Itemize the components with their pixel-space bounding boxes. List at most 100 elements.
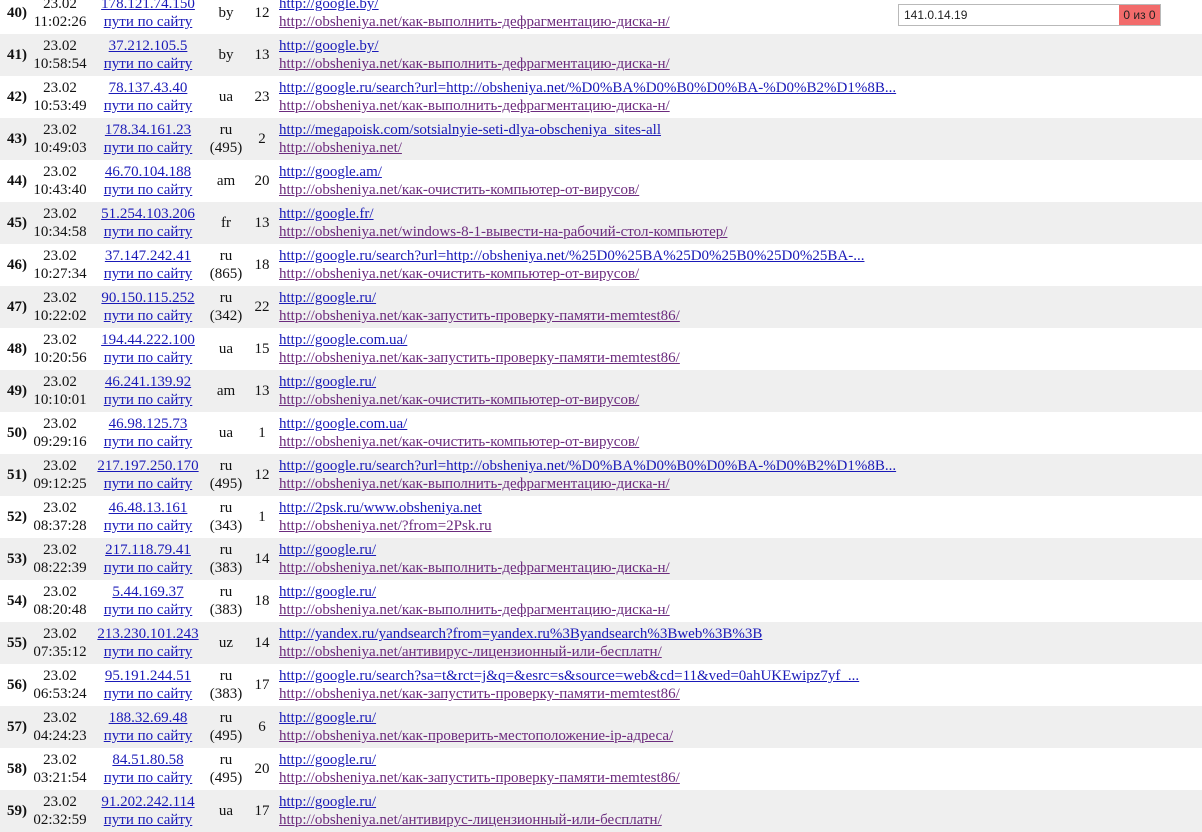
landing-page-link[interactable]: http://obsheniya.net/как-выполнить-дефра… bbox=[279, 55, 670, 73]
referrer-link[interactable]: http://google.ru/ bbox=[279, 793, 662, 811]
find-input[interactable] bbox=[899, 5, 1117, 25]
ip-link[interactable]: 5.44.169.37 bbox=[94, 583, 202, 601]
site-paths-link[interactable]: пути по сайту bbox=[94, 601, 202, 619]
referrer-link[interactable]: http://google.ru/ bbox=[279, 289, 680, 307]
referrer-link[interactable]: http://google.ru/search?sa=t&rct=j&q=&es… bbox=[279, 667, 859, 685]
site-paths-link[interactable]: пути по сайту bbox=[94, 559, 202, 577]
table-row: 56) 23.02 06:53:24 95.191.244.51 пути по сай… bbox=[0, 664, 1202, 706]
referrer-link[interactable]: http://google.by/ bbox=[279, 0, 670, 13]
ip-link[interactable]: 46.70.104.188 bbox=[94, 163, 202, 181]
ip-link[interactable]: 78.137.43.40 bbox=[94, 79, 202, 97]
landing-page-link[interactable]: http://obsheniya.net/как-выполнить-дефра… bbox=[279, 13, 670, 31]
table-row: 59) 23.02 02:32:59 91.202.242.114 пути по са… bbox=[0, 790, 1202, 832]
referrer-link[interactable]: http://google.com.ua/ bbox=[279, 331, 680, 349]
row-number: 54) bbox=[7, 593, 27, 609]
ip-link[interactable]: 84.51.80.58 bbox=[94, 751, 202, 769]
country-cell: ru (343) bbox=[204, 499, 248, 535]
visitor-ip-cell: 188.32.69.48 пути по сайту bbox=[94, 709, 202, 745]
referrer-link[interactable]: http://google.am/ bbox=[279, 163, 639, 181]
country-code: by bbox=[218, 5, 234, 21]
site-paths-link[interactable]: пути по сайту bbox=[94, 265, 202, 283]
ip-link[interactable]: 46.98.125.73 bbox=[94, 415, 202, 433]
referrer-link[interactable]: http://google.ru/ bbox=[279, 751, 680, 769]
landing-page-link[interactable]: http://obsheniya.net/как-очистить-компью… bbox=[279, 433, 639, 451]
visit-time: 10:49:03 bbox=[33, 140, 87, 156]
landing-page-link[interactable]: http://obsheniya.net/как-запустить-прове… bbox=[279, 349, 680, 367]
site-paths-link[interactable]: пути по сайту bbox=[94, 223, 202, 241]
ip-link[interactable]: 213.230.101.243 bbox=[94, 625, 202, 643]
landing-page-link[interactable]: http://obsheniya.net/антивирус-лицензион… bbox=[279, 811, 662, 829]
country-code: ru bbox=[219, 248, 233, 264]
site-paths-link[interactable]: пути по сайту bbox=[94, 139, 202, 157]
ip-link[interactable]: 217.197.250.170 bbox=[94, 457, 202, 475]
site-paths-link[interactable]: пути по сайту bbox=[94, 307, 202, 325]
referrer-link[interactable]: http://google.ru/ bbox=[279, 583, 670, 601]
ip-link[interactable]: 51.254.103.206 bbox=[94, 205, 202, 223]
visit-datetime: 23.02 10:58:54 bbox=[30, 37, 90, 73]
landing-page-link[interactable]: http://obsheniya.net/как-очистить-компью… bbox=[279, 181, 639, 199]
row-number: 48) bbox=[7, 341, 27, 357]
site-paths-link[interactable]: пути по сайту bbox=[94, 97, 202, 115]
landing-page-link[interactable]: http://obsheniya.net/как-проверить-место… bbox=[279, 727, 673, 745]
ip-link[interactable]: 178.121.74.150 bbox=[94, 0, 202, 13]
url-cell: http://google.ru/search?url=http://obshe… bbox=[279, 247, 864, 283]
referrer-link[interactable]: http://google.fr/ bbox=[279, 205, 727, 223]
site-paths-link[interactable]: пути по сайту bbox=[94, 349, 202, 367]
country-cell: ru (383) bbox=[204, 541, 248, 577]
site-paths-link[interactable]: пути по сайту bbox=[94, 811, 202, 829]
landing-page-link[interactable]: http://obsheniya.net/как-очистить-компью… bbox=[279, 265, 864, 283]
ip-link[interactable]: 194.44.222.100 bbox=[94, 331, 202, 349]
ip-link[interactable]: 217.118.79.41 bbox=[94, 541, 202, 559]
referrer-link[interactable]: http://megapoisk.com/sotsialnyie-seti-dl… bbox=[279, 121, 661, 139]
ip-link[interactable]: 95.191.244.51 bbox=[94, 667, 202, 685]
ip-link[interactable]: 188.32.69.48 bbox=[94, 709, 202, 727]
landing-page-link[interactable]: http://obsheniya.net/как-очистить-компью… bbox=[279, 391, 639, 409]
landing-page-link[interactable]: http://obsheniya.net/ bbox=[279, 139, 661, 157]
landing-page-link[interactable]: http://obsheniya.net/как-выполнить-дефра… bbox=[279, 559, 670, 577]
ip-link[interactable]: 46.48.13.161 bbox=[94, 499, 202, 517]
row-number: 47) bbox=[7, 299, 27, 315]
site-paths-link[interactable]: пути по сайту bbox=[94, 517, 202, 535]
referrer-link[interactable]: http://yandex.ru/yandsearch?from=yandex.… bbox=[279, 625, 762, 643]
site-paths-link[interactable]: пути по сайту bbox=[94, 391, 202, 409]
ip-link[interactable]: 90.150.115.252 bbox=[94, 289, 202, 307]
site-paths-link[interactable]: пути по сайту bbox=[94, 643, 202, 661]
visitor-ip-cell: 178.121.74.150 пути по сайту bbox=[94, 0, 202, 31]
site-paths-link[interactable]: пути по сайту bbox=[94, 769, 202, 787]
ip-link[interactable]: 91.202.242.114 bbox=[94, 793, 202, 811]
landing-page-link[interactable]: http://obsheniya.net/как-выполнить-дефра… bbox=[279, 97, 896, 115]
referrer-link[interactable]: http://google.ru/search?url=http://obshe… bbox=[279, 247, 864, 265]
ip-link[interactable]: 37.212.105.5 bbox=[94, 37, 202, 55]
site-paths-link[interactable]: пути по сайту bbox=[94, 727, 202, 745]
site-paths-link[interactable]: пути по сайту bbox=[94, 55, 202, 73]
referrer-link[interactable]: http://google.com.ua/ bbox=[279, 415, 639, 433]
landing-page-link[interactable]: http://obsheniya.net/как-запустить-прове… bbox=[279, 685, 859, 703]
country-cell: ua bbox=[204, 88, 248, 106]
ip-link[interactable]: 37.147.242.41 bbox=[94, 247, 202, 265]
referrer-link[interactable]: http://google.ru/search?url=http://obshe… bbox=[279, 457, 896, 475]
landing-page-link[interactable]: http://obsheniya.net/?from=2Psk.ru bbox=[279, 517, 492, 535]
row-number: 58) bbox=[7, 761, 27, 777]
site-paths-link[interactable]: пути по сайту bbox=[94, 685, 202, 703]
visit-time: 03:21:54 bbox=[33, 770, 87, 786]
ip-link[interactable]: 46.241.139.92 bbox=[94, 373, 202, 391]
referrer-link[interactable]: http://google.ru/ bbox=[279, 373, 639, 391]
country-code: ru bbox=[219, 542, 233, 558]
visitor-ip-cell: 51.254.103.206 пути по сайту bbox=[94, 205, 202, 241]
referrer-link[interactable]: http://google.ru/ bbox=[279, 541, 670, 559]
landing-page-link[interactable]: http://obsheniya.net/как-выполнить-дефра… bbox=[279, 475, 896, 493]
landing-page-link[interactable]: http://obsheniya.net/windows-8-1-вывести… bbox=[279, 223, 727, 241]
ip-link[interactable]: 178.34.161.23 bbox=[94, 121, 202, 139]
referrer-link[interactable]: http://google.by/ bbox=[279, 37, 670, 55]
referrer-link[interactable]: http://2psk.ru/www.obsheniya.net bbox=[279, 499, 492, 517]
referrer-link[interactable]: http://google.ru/ bbox=[279, 709, 673, 727]
site-paths-link[interactable]: пути по сайту bbox=[94, 13, 202, 31]
referrer-link[interactable]: http://google.ru/search?url=http://obshe… bbox=[279, 79, 896, 97]
landing-page-link[interactable]: http://obsheniya.net/как-выполнить-дефра… bbox=[279, 601, 670, 619]
landing-page-link[interactable]: http://obsheniya.net/антивирус-лицензион… bbox=[279, 643, 762, 661]
site-paths-link[interactable]: пути по сайту bbox=[94, 181, 202, 199]
site-paths-link[interactable]: пути по сайту bbox=[94, 433, 202, 451]
landing-page-link[interactable]: http://obsheniya.net/как-запустить-прове… bbox=[279, 307, 680, 325]
site-paths-link[interactable]: пути по сайту bbox=[94, 475, 202, 493]
landing-page-link[interactable]: http://obsheniya.net/как-запустить-прове… bbox=[279, 769, 680, 787]
